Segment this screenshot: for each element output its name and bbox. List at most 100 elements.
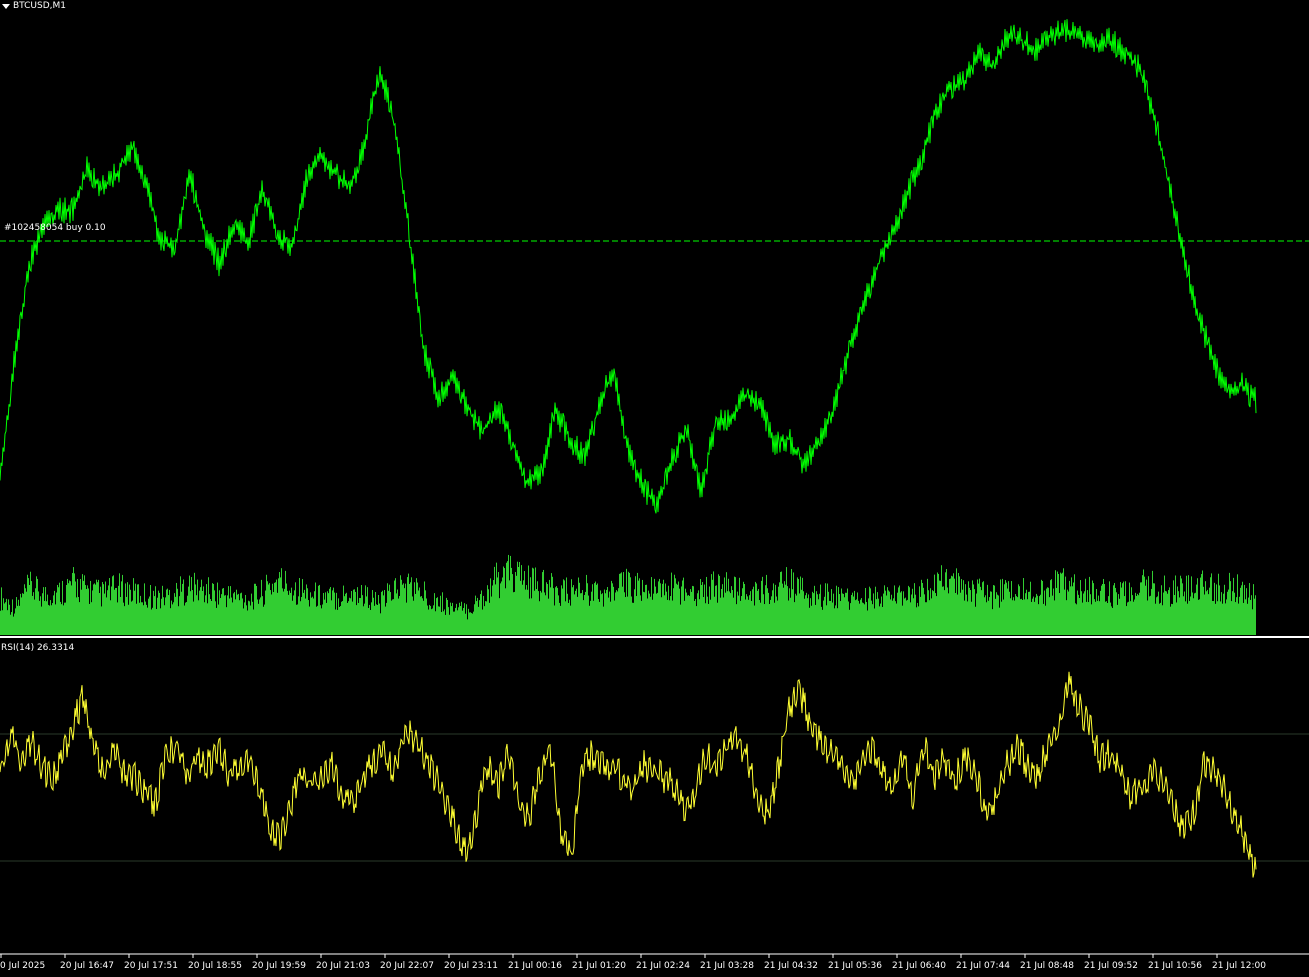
volume-bar	[1029, 591, 1030, 635]
volume-bar	[373, 597, 374, 635]
volume-bar	[655, 586, 656, 635]
volume-bar	[1068, 591, 1069, 635]
volume-bar	[251, 593, 252, 635]
volume-bar	[241, 592, 242, 635]
volume-bar	[575, 590, 576, 635]
volume-bar	[1178, 591, 1179, 635]
volume-bar	[951, 575, 952, 635]
volume-bar	[909, 587, 910, 635]
volume-bar	[84, 575, 85, 635]
volume-bar	[258, 603, 259, 635]
volume-bar	[958, 572, 959, 635]
volume-bar	[502, 577, 503, 635]
volume-bar	[831, 589, 832, 635]
volume-bar	[326, 602, 327, 635]
volume-bar	[400, 575, 401, 635]
volume-bar	[1039, 596, 1040, 635]
chart-canvas[interactable]: 0 Jul 2025 20 Jul 16:47 20 Jul 17:51 20 Jul…	[0, 0, 1309, 977]
volume-bar	[832, 602, 833, 635]
x-tick-label: 21 Jul 00:16	[508, 961, 562, 971]
volume-bar	[908, 585, 909, 635]
volume-bar	[811, 605, 812, 635]
volume-bar	[671, 572, 672, 635]
volume-bar	[691, 591, 692, 635]
volume-bar	[214, 590, 215, 635]
volume-bar	[804, 598, 805, 635]
volume-bar	[350, 598, 351, 635]
volume-bar	[41, 606, 42, 635]
volume-bar	[941, 565, 942, 635]
volume-bar	[739, 577, 740, 635]
volume-bar	[754, 605, 755, 635]
volume-bar	[592, 584, 593, 635]
volume-bar	[972, 580, 973, 635]
volume-bar	[450, 602, 451, 635]
volume-bar	[277, 592, 278, 635]
volume-bar	[449, 614, 450, 635]
volume-bar	[1083, 593, 1084, 635]
volume-bar	[750, 591, 751, 635]
volume-bar	[1088, 602, 1089, 635]
volume-bar	[986, 602, 987, 635]
volume-bar	[301, 597, 302, 635]
volume-bar	[777, 600, 778, 635]
volume-bar	[863, 603, 864, 635]
volume-bar	[850, 603, 851, 635]
volume-bar	[6, 598, 7, 635]
volume-bar	[916, 607, 917, 635]
volume-bar	[418, 590, 419, 635]
x-tick-label: 21 Jul 04:32	[764, 961, 818, 971]
volume-bar	[681, 586, 682, 635]
volume-bar	[1005, 580, 1006, 635]
volume-bar	[1255, 595, 1256, 635]
volume-bar	[528, 565, 529, 635]
volume-bar	[970, 590, 971, 635]
volume-bar	[1151, 588, 1152, 635]
volume-bar	[1124, 596, 1125, 635]
volume-bar	[988, 600, 989, 635]
volume-bar	[1001, 601, 1002, 635]
volume-bar	[263, 606, 264, 635]
volume-bar	[898, 587, 899, 635]
volume-bar	[593, 600, 594, 635]
volume-bar	[109, 578, 110, 635]
volume-bar	[1213, 600, 1214, 635]
volume-bar	[782, 583, 783, 635]
volume-bar	[147, 607, 148, 635]
volume-bar	[645, 584, 646, 635]
volume-bar	[791, 568, 792, 635]
volume-bar	[511, 567, 512, 635]
volume-bar	[470, 612, 471, 635]
volume-bar	[9, 604, 10, 635]
volume-bar	[822, 609, 823, 635]
volume-bar	[175, 596, 176, 635]
volume-bar	[247, 610, 248, 635]
volume-bar	[1063, 568, 1064, 635]
volume-bar	[167, 588, 168, 635]
volume-bar	[329, 588, 330, 635]
volume-bar	[38, 591, 39, 635]
volume-bar	[103, 584, 104, 635]
volume-bar	[538, 591, 539, 635]
volume-bar	[946, 569, 947, 635]
volume-bar	[424, 581, 425, 635]
volume-bar	[270, 590, 271, 635]
volume-bar	[96, 579, 97, 635]
volume-bar	[734, 576, 735, 635]
volume-bar	[151, 609, 152, 635]
volume-bar	[222, 588, 223, 635]
volume-bar	[818, 599, 819, 635]
volume-bar	[447, 599, 448, 635]
x-tick-label: 21 Jul 05:36	[828, 961, 882, 971]
volume-bar	[726, 572, 727, 635]
volume-bar	[313, 598, 314, 635]
volume-bar	[369, 604, 370, 635]
volume-bar	[1061, 573, 1062, 635]
volume-bar	[544, 592, 545, 635]
volume-bar	[678, 581, 679, 635]
volume-bar	[70, 581, 71, 635]
volume-bar	[202, 590, 203, 635]
volume-bar	[494, 566, 495, 635]
volume-bar	[975, 606, 976, 635]
volume-bar	[580, 593, 581, 635]
